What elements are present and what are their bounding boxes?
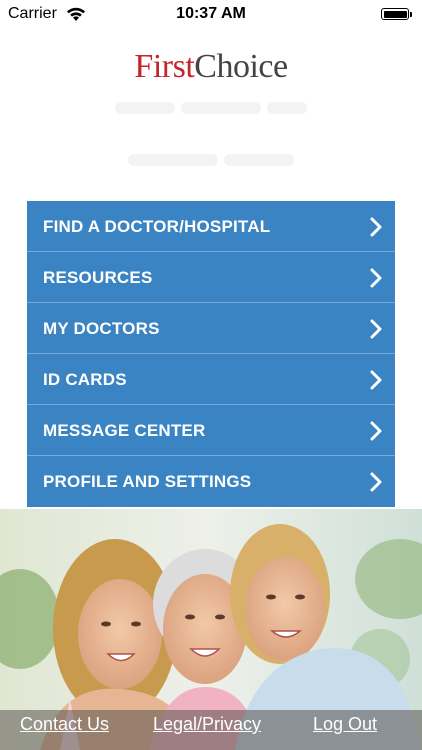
menu-item-find-doctor[interactable]: FIND A DOCTOR/HOSPITAL bbox=[27, 201, 395, 252]
menu-item-label: MY DOCTORS bbox=[43, 319, 160, 338]
menu-item-label: ID CARDS bbox=[43, 370, 127, 389]
menu-item-label: PROFILE AND SETTINGS bbox=[43, 472, 252, 491]
menu-item-my-doctors[interactable]: MY DOCTORS bbox=[27, 303, 395, 354]
logo-first: First bbox=[134, 48, 195, 85]
ghost-decoration bbox=[0, 98, 422, 118]
logo-choice: Choice bbox=[194, 48, 288, 85]
chevron-right-icon bbox=[370, 370, 382, 390]
legal-privacy-link[interactable]: Legal/Privacy bbox=[153, 714, 261, 735]
menu-item-resources[interactable]: RESOURCES bbox=[27, 252, 395, 303]
chevron-right-icon bbox=[370, 421, 382, 441]
chevron-right-icon bbox=[370, 217, 382, 237]
log-out-link[interactable]: Log Out bbox=[313, 714, 377, 735]
battery-tip bbox=[410, 12, 412, 17]
contact-us-link[interactable]: Contact Us bbox=[20, 714, 109, 735]
menu-item-label: MESSAGE CENTER bbox=[43, 421, 206, 440]
menu-item-label: RESOURCES bbox=[43, 268, 153, 287]
chevron-right-icon bbox=[370, 472, 382, 492]
footer-bar: Contact Us Legal/Privacy Log Out bbox=[0, 710, 422, 750]
clock: 10:37 AM bbox=[176, 5, 246, 22]
chevron-right-icon bbox=[370, 319, 382, 339]
menu-item-message-center[interactable]: MESSAGE CENTER bbox=[27, 405, 395, 456]
battery-icon bbox=[381, 8, 409, 20]
main-menu: FIND A DOCTOR/HOSPITAL RESOURCES MY DOCT… bbox=[27, 201, 395, 507]
firstchoice-logo: FirstChoice bbox=[0, 46, 422, 88]
chevron-right-icon bbox=[370, 268, 382, 288]
ghost-decoration bbox=[0, 150, 422, 170]
status-bar: Carrier 10:37 AM bbox=[0, 0, 422, 30]
menu-item-label: FIND A DOCTOR/HOSPITAL bbox=[43, 217, 271, 236]
menu-item-profile-settings[interactable]: PROFILE AND SETTINGS bbox=[27, 456, 395, 507]
menu-item-id-cards[interactable]: ID CARDS bbox=[27, 354, 395, 405]
